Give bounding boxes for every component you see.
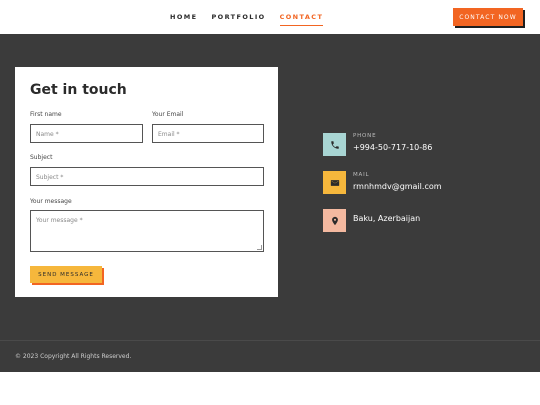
main-nav: HOME PORTFOLIO CONTACT — [170, 13, 323, 26]
send-message-button[interactable]: SEND MESSAGE — [30, 266, 102, 283]
subject-input[interactable]: Subject * — [30, 167, 264, 186]
form-title: Get in touch — [30, 82, 127, 98]
message-placeholder: Your message * — [36, 217, 83, 224]
phone-label: PHONE — [353, 133, 377, 139]
site-footer: © 2023 Copyright All Rights Reserved. — [0, 340, 540, 372]
phone-value[interactable]: +994-50-717-10-86 — [353, 143, 432, 152]
contact-now-button[interactable]: CONTACT NOW — [453, 8, 523, 26]
site-header: HOME PORTFOLIO CONTACT CONTACT NOW — [0, 0, 540, 34]
map-pin-icon — [323, 209, 346, 232]
email-label: Your Email — [152, 111, 184, 118]
nav-portfolio-link[interactable]: PORTFOLIO — [211, 13, 265, 26]
mail-value[interactable]: rmnhmdv@gmail.com — [353, 182, 442, 191]
nav-contact-link[interactable]: CONTACT — [280, 13, 324, 26]
first-name-input[interactable]: Name * — [30, 124, 143, 143]
contact-section: Get in touch First name Name * Your Emai… — [0, 34, 540, 340]
email-input[interactable]: Email * — [152, 124, 264, 143]
first-name-label: First name — [30, 111, 62, 118]
message-textarea[interactable]: Your message * — [30, 210, 264, 252]
phone-icon — [323, 133, 346, 156]
copyright-text: © 2023 Copyright All Rights Reserved. — [15, 353, 132, 360]
resize-handle-icon[interactable] — [257, 245, 262, 250]
location-value: Baku, Azerbaijan — [353, 214, 421, 223]
subject-label: Subject — [30, 154, 53, 161]
message-label: Your message — [30, 198, 72, 205]
contact-form-card: Get in touch First name Name * Your Emai… — [15, 67, 278, 297]
nav-home-link[interactable]: HOME — [170, 13, 197, 26]
mail-label: MAIL — [353, 172, 370, 178]
envelope-icon — [323, 171, 346, 194]
